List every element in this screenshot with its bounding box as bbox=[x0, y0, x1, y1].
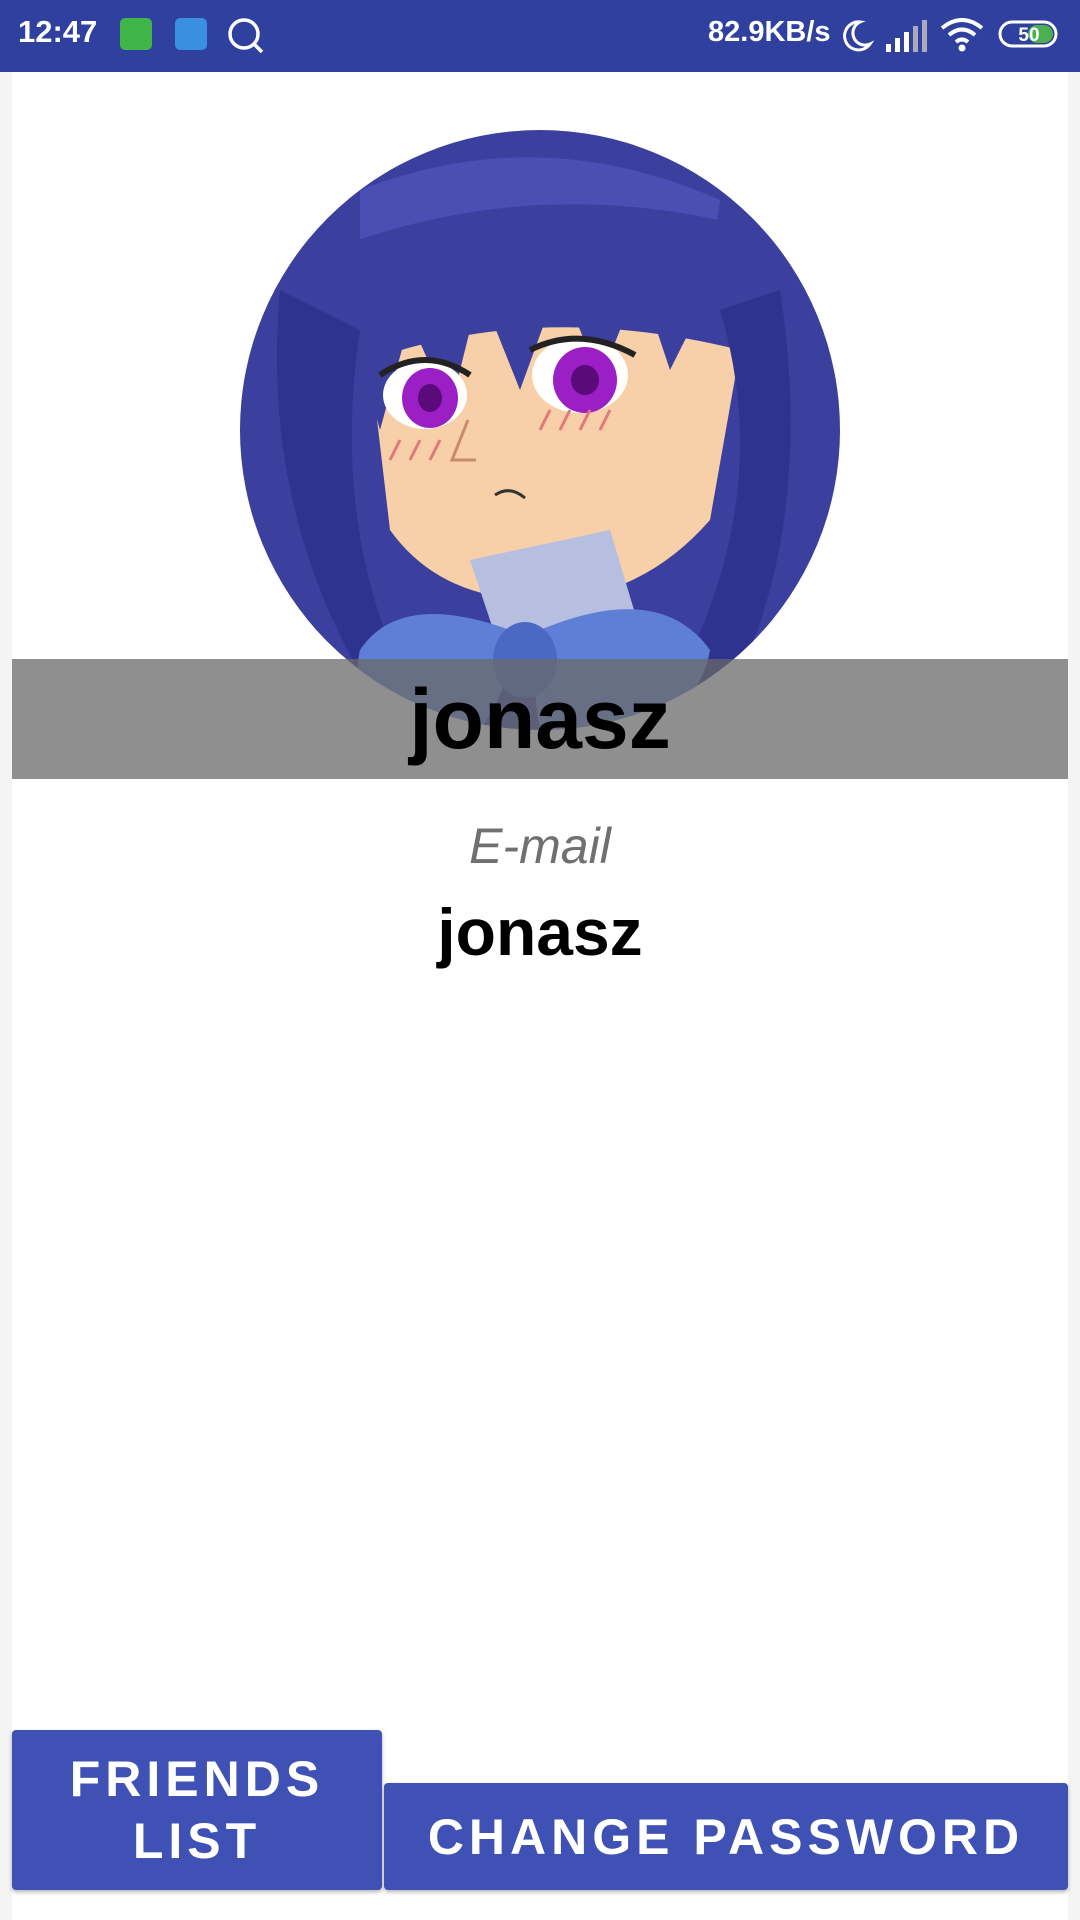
battery-icon: 50 bbox=[998, 20, 1058, 48]
status-time: 12:47 bbox=[18, 14, 98, 49]
username-title: jonasz bbox=[409, 672, 671, 766]
username-banner: jonasz bbox=[12, 659, 1068, 779]
change-password-button[interactable]: CHANGE PASSWORD bbox=[384, 1783, 1068, 1890]
change-password-label: CHANGE PASSWORD bbox=[427, 1808, 1025, 1865]
battery-level: 50 bbox=[1018, 25, 1039, 46]
anime-avatar-image bbox=[240, 130, 840, 730]
friends-list-button[interactable]: FRIENDS LIST bbox=[12, 1730, 382, 1890]
email-label: E-mail bbox=[469, 818, 611, 874]
cloud-app-icon bbox=[175, 18, 207, 50]
search-icon bbox=[228, 18, 264, 54]
app-cat-icon bbox=[120, 18, 152, 50]
status-bar: 12:47 82.9KB/s 50 bbox=[0, 0, 1080, 72]
wifi-icon bbox=[940, 18, 984, 52]
profile-avatar[interactable] bbox=[240, 130, 840, 730]
signal-icon bbox=[886, 20, 927, 52]
network-speed: 82.9KB/s bbox=[708, 16, 831, 48]
moon-icon bbox=[843, 20, 874, 52]
friends-list-label: FRIENDS LIST bbox=[69, 1751, 325, 1869]
profile-screen: jonasz E-mail jonasz FRIENDS LIST CHANGE… bbox=[12, 72, 1068, 1920]
email-value: jonasz bbox=[437, 895, 643, 969]
